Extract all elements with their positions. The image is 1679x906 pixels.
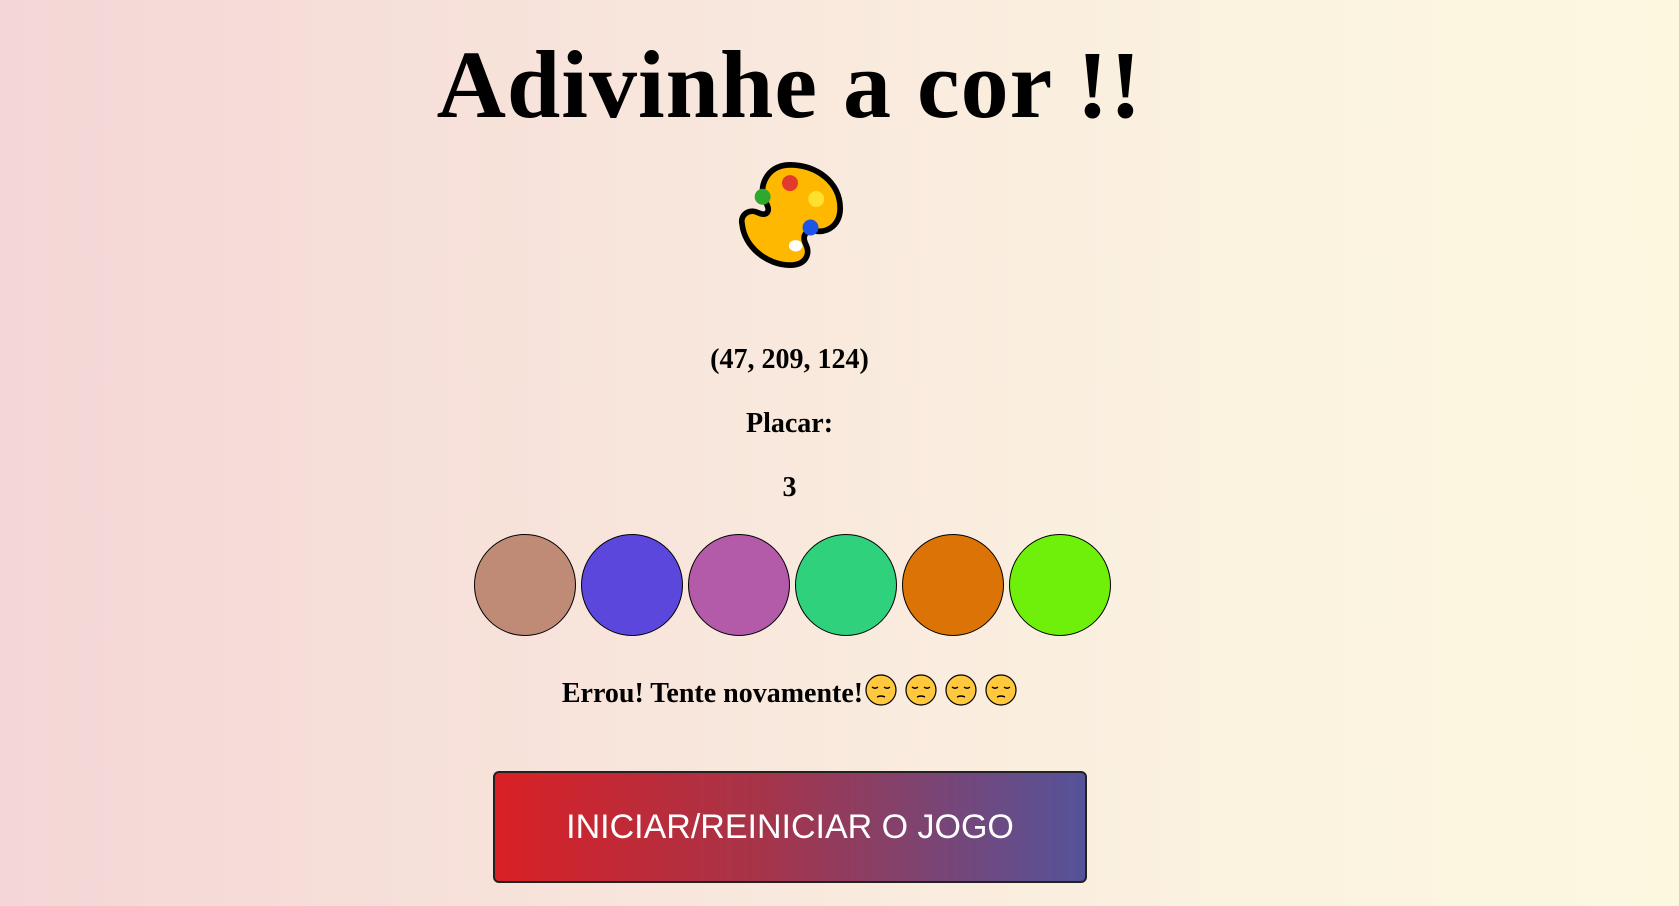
start-restart-button[interactable]: INICIAR/REINICIAR O JOGO bbox=[493, 771, 1087, 883]
color-option-4[interactable] bbox=[795, 534, 897, 636]
page-title: Adivinhe a cor !! bbox=[436, 31, 1143, 138]
game-container: Adivinhe a cor !! (47, 209, 124) Placar:… bbox=[0, 0, 1579, 906]
target-rgb-text: (47, 209, 124) bbox=[710, 344, 869, 375]
pensive-face-icon bbox=[865, 674, 897, 706]
score-label: Placar: bbox=[745, 408, 834, 439]
result-message: Errou! Tente novamente! bbox=[0, 674, 1579, 712]
color-option-5[interactable] bbox=[902, 534, 1004, 636]
color-option-1[interactable] bbox=[474, 534, 576, 636]
result-message-text: Errou! Tente novamente! bbox=[561, 678, 864, 709]
color-option-6[interactable] bbox=[1009, 534, 1111, 636]
pensive-face-icon bbox=[985, 674, 1017, 706]
pensive-face-icon bbox=[945, 674, 977, 706]
artist-palette-icon bbox=[738, 161, 844, 269]
color-options bbox=[474, 534, 1111, 636]
score-value: 3 bbox=[782, 472, 797, 503]
color-option-3[interactable] bbox=[688, 534, 790, 636]
pensive-face-icon bbox=[905, 674, 937, 706]
color-option-2[interactable] bbox=[581, 534, 683, 636]
